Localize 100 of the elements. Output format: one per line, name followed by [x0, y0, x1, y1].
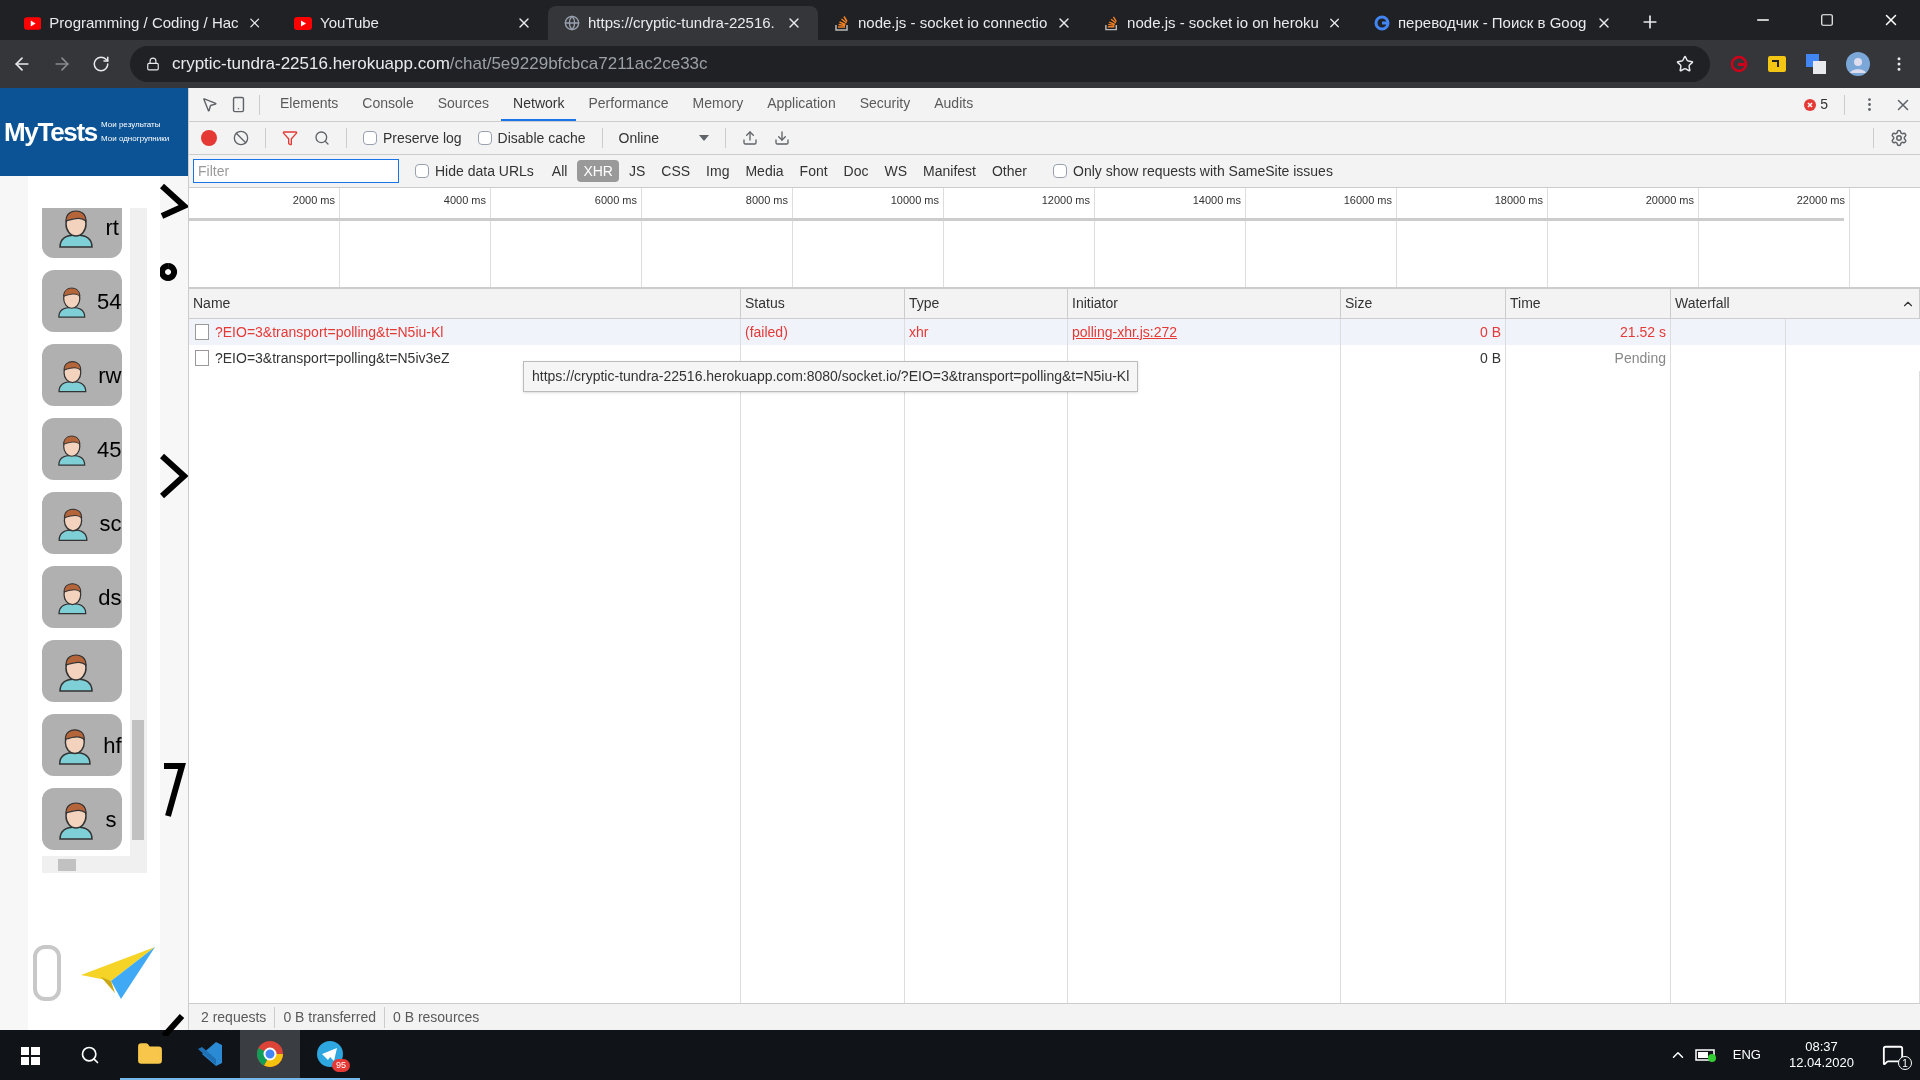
- status-text: 0 B resources: [384, 1006, 488, 1028]
- checkbox[interactable]: [415, 164, 429, 178]
- tick-label: 20000 ms: [1645, 193, 1694, 208]
- browser-icon[interactable]: [256, 1040, 284, 1068]
- browser-tab[interactable]: Programming / Coding / Hac: [8, 6, 278, 40]
- type-filter-button[interactable]: WS: [878, 160, 914, 182]
- clear-icon[interactable]: [233, 130, 249, 146]
- contact-item[interactable]: ds: [41, 566, 122, 628]
- devtools-tab[interactable]: Security: [847, 88, 923, 121]
- nav-link[interactable]: Мои результаты: [101, 120, 170, 130]
- table-cell-text: Pending: [1614, 348, 1666, 368]
- upload-icon[interactable]: [742, 130, 758, 146]
- browser-tab[interactable]: node.js - socket io connectio: [818, 6, 1088, 40]
- devtools-tab[interactable]: Performance: [576, 88, 681, 121]
- browser-tab[interactable]: https://cryptic-tundra-22516.: [548, 6, 818, 40]
- tick-label: 12000 ms: [1041, 193, 1090, 208]
- column-header[interactable]: Status: [745, 293, 785, 314]
- maximize-icon[interactable]: [1820, 13, 1834, 27]
- column-header[interactable]: Initiator: [1072, 293, 1118, 314]
- battery-icon[interactable]: [1694, 1048, 1717, 1062]
- message-input[interactable]: [33, 945, 61, 1001]
- contact-name: s: [105, 805, 117, 834]
- tick-label: 8000 ms: [745, 193, 788, 208]
- contact-item[interactable]: 54: [41, 270, 122, 332]
- horizontal-scrollbar[interactable]: [41, 856, 147, 873]
- inspect-icon[interactable]: [201, 96, 218, 113]
- type-filter-button[interactable]: CSS: [655, 160, 697, 182]
- type-filter-button[interactable]: Manifest: [917, 160, 982, 182]
- language-indicator[interactable]: ENG: [1732, 1045, 1761, 1065]
- search-icon[interactable]: [80, 1045, 100, 1065]
- code-editor-icon[interactable]: [196, 1040, 224, 1068]
- bookmark-star-icon[interactable]: [1676, 55, 1694, 73]
- error-badge[interactable]: 5: [1796, 94, 1836, 115]
- contact-item[interactable]: hf: [41, 714, 122, 776]
- tick-label: 10000 ms: [890, 193, 939, 208]
- table-cell-text: ?EIO=3&transport=polling&t=N5iv3eZ: [215, 348, 450, 368]
- column-header[interactable]: Type: [909, 293, 940, 314]
- column-header[interactable]: Waterfall: [1675, 293, 1730, 314]
- contact-name: 45: [97, 435, 122, 464]
- contact-item[interactable]: rw: [41, 344, 122, 406]
- url-tooltip: https://cryptic-tundra-22516.herokuapp.com:8080/socket.io/?EIO=3&transport=polling&t=N5iu-Kl: [523, 361, 1139, 392]
- devtools-tab[interactable]: Memory: [680, 88, 756, 121]
- clock[interactable]: 08:37 12.04.2020: [1788, 1038, 1854, 1072]
- folder-icon[interactable]: [137, 1041, 163, 1067]
- type-filter-button[interactable]: All: [545, 160, 574, 182]
- column-header[interactable]: Size: [1345, 293, 1373, 314]
- checkbox[interactable]: [477, 131, 492, 145]
- request-row[interactable]: ?EIO=3&transport=polling&t=N5iu-Kl (failed) xhr polling-xhr.js:272 0 B 21.52 s: [189, 319, 1920, 345]
- devtools-tab[interactable]: Application: [755, 88, 848, 121]
- filter-icon[interactable]: [282, 130, 298, 146]
- download-icon[interactable]: [774, 130, 790, 146]
- contact-item[interactable]: 45: [41, 418, 122, 480]
- devtools-tab[interactable]: Console: [350, 88, 426, 121]
- device-toolbar-icon[interactable]: [230, 96, 247, 113]
- browser-tab[interactable]: YouTube: [278, 6, 548, 40]
- type-filter-button[interactable]: JS: [622, 160, 652, 182]
- type-filter-button[interactable]: Doc: [837, 160, 875, 182]
- browser-tab[interactable]: переводчик - Поиск в Goog: [1358, 6, 1628, 40]
- extension-icon[interactable]: [1768, 56, 1786, 72]
- type-filter-button[interactable]: Media: [739, 160, 790, 182]
- browser-tab[interactable]: node.js - socket io on heroku: [1088, 6, 1358, 40]
- checkbox[interactable]: [363, 131, 377, 145]
- column-header[interactable]: Name: [193, 293, 231, 314]
- devtools-tab[interactable]: Elements: [268, 88, 351, 121]
- checkbox[interactable]: [1053, 164, 1067, 178]
- checkbox-label: Preserve log: [383, 128, 462, 148]
- address-bar[interactable]: cryptic-tundra-22516.herokuapp.com/chat/5e9229bfcbca7211ac2ce33c: [130, 46, 1710, 82]
- video-icon: [24, 16, 42, 30]
- table-cell-text: 0 B: [1480, 348, 1501, 368]
- paper-plane-icon[interactable]: [316, 1040, 344, 1068]
- contact-item[interactable]: s: [41, 788, 122, 850]
- devtools-tab[interactable]: Sources: [425, 88, 502, 121]
- contact-name: rt: [105, 213, 119, 242]
- translate-icon[interactable]: [1806, 54, 1826, 74]
- type-filter-button[interactable]: Img: [700, 160, 736, 182]
- tab-title: Programming / Coding / Hac: [49, 12, 239, 33]
- scrollbar[interactable]: [129, 208, 147, 856]
- site-logo[interactable]: MyTests: [4, 112, 97, 152]
- profile-avatar-icon[interactable]: [1846, 52, 1870, 76]
- filter-field[interactable]: Filter: [193, 159, 399, 183]
- type-filter-button[interactable]: Other: [986, 160, 1033, 182]
- devtools-tab[interactable]: Audits: [922, 88, 986, 121]
- status-text: 2 requests: [200, 1007, 268, 1027]
- tick-label: 18000 ms: [1494, 193, 1543, 208]
- initiator-link[interactable]: polling-xhr.js:272: [1072, 321, 1178, 343]
- contact-item[interactable]: [41, 640, 122, 702]
- notifications-icon[interactable]: [1882, 1044, 1904, 1066]
- contact-item[interactable]: sc: [41, 492, 122, 554]
- lock-icon: [146, 57, 160, 71]
- time-text: 08:37: [1805, 1038, 1838, 1055]
- column-header[interactable]: Time: [1510, 293, 1541, 314]
- throttling-dropdown[interactable]: Online: [618, 127, 709, 149]
- type-filter-button[interactable]: Font: [793, 160, 834, 182]
- reload-icon[interactable]: [92, 55, 110, 73]
- contact-name: rw: [98, 361, 122, 390]
- record-button[interactable]: [201, 130, 217, 146]
- settings-icon[interactable]: [1890, 129, 1908, 147]
- contact-item[interactable]: rt: [41, 208, 122, 258]
- table-cell-text: ?EIO=3&transport=polling&t=N5iu-Kl: [215, 322, 444, 342]
- nav-link[interactable]: Мои одногрупники: [101, 134, 170, 144]
